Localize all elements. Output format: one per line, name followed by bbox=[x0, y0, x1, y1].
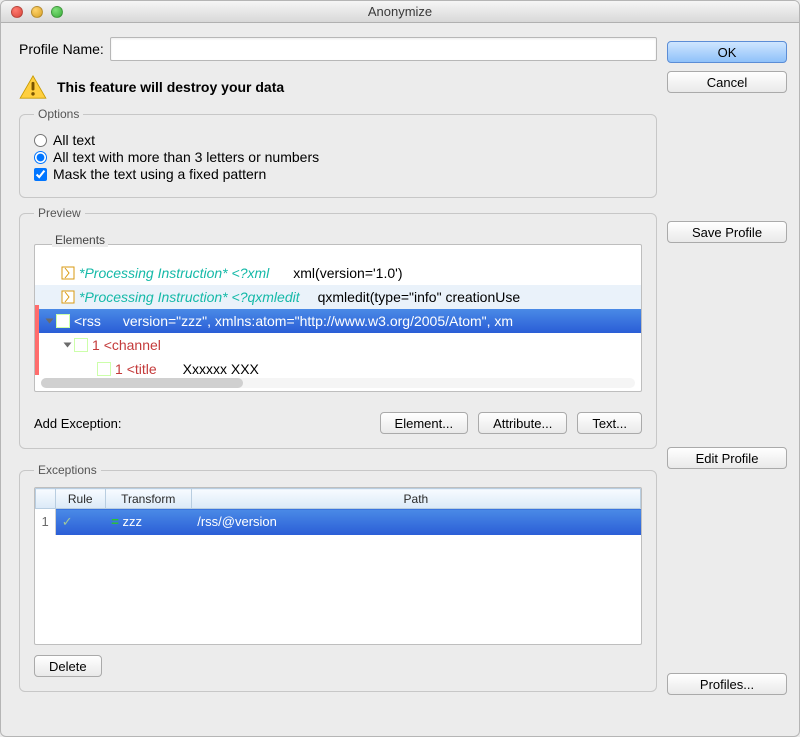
checkbox-mask-fixed[interactable] bbox=[34, 168, 47, 181]
elements-tree[interactable]: *Processing Instruction* <?xml xml(versi… bbox=[34, 244, 642, 392]
element-icon bbox=[56, 314, 70, 328]
add-attribute-button[interactable]: Attribute... bbox=[478, 412, 567, 434]
anonymize-dialog: Anonymize Profile Name: This feature wil… bbox=[0, 0, 800, 737]
profiles-button[interactable]: Profiles... bbox=[667, 673, 787, 695]
option-mask-fixed[interactable]: Mask the text using a fixed pattern bbox=[34, 166, 642, 182]
add-exception-label: Add Exception: bbox=[34, 416, 121, 431]
window-title: Anonymize bbox=[1, 1, 799, 23]
option-all-text[interactable]: All text bbox=[34, 132, 642, 148]
options-group: Options All text All text with more than… bbox=[19, 107, 657, 198]
add-text-button[interactable]: Text... bbox=[577, 412, 642, 434]
check-icon: ✓ bbox=[62, 514, 76, 530]
horizontal-scrollbar[interactable] bbox=[41, 378, 635, 388]
add-element-button[interactable]: Element... bbox=[380, 412, 469, 434]
equals-icon: = bbox=[111, 514, 119, 529]
close-icon[interactable] bbox=[11, 6, 23, 18]
exceptions-table[interactable]: Rule Transform Path 1 ✓ = zzz /rss/@vers… bbox=[35, 488, 641, 535]
tree-row-pi-xml[interactable]: *Processing Instruction* <?xml xml(versi… bbox=[35, 261, 641, 285]
minimize-icon[interactable] bbox=[31, 6, 43, 18]
pi-icon bbox=[61, 266, 75, 280]
table-row[interactable]: 1 ✓ = zzz /rss/@version bbox=[36, 509, 641, 535]
profile-name-label: Profile Name: bbox=[19, 41, 104, 57]
radio-more-than-3[interactable] bbox=[34, 151, 47, 164]
col-transform[interactable]: Transform bbox=[105, 489, 191, 509]
preview-legend: Preview bbox=[34, 206, 85, 220]
options-legend: Options bbox=[34, 107, 83, 121]
element-icon bbox=[74, 338, 88, 352]
disclosure-icon[interactable] bbox=[46, 319, 54, 324]
disclosure-icon[interactable] bbox=[64, 343, 72, 348]
warning-icon bbox=[19, 75, 47, 99]
elements-legend: Elements bbox=[52, 233, 108, 247]
exceptions-table-frame: Rule Transform Path 1 ✓ = zzz /rss/@vers… bbox=[34, 487, 642, 645]
pi-icon bbox=[61, 290, 75, 304]
side-buttons: OK Cancel Save Profile Edit Profile Prof… bbox=[667, 37, 787, 724]
scrollbar-thumb[interactable] bbox=[41, 378, 243, 388]
col-path[interactable]: Path bbox=[191, 489, 640, 509]
change-marker bbox=[35, 305, 39, 375]
save-profile-button[interactable]: Save Profile bbox=[667, 221, 787, 243]
exceptions-group: Exceptions Rule Transform Path bbox=[19, 463, 657, 692]
tree-row-rss[interactable]: <rss version="zzz", xmlns:atom="http://w… bbox=[35, 309, 641, 333]
cancel-button[interactable]: Cancel bbox=[667, 71, 787, 93]
col-rule[interactable]: Rule bbox=[55, 489, 105, 509]
tree-row-channel[interactable]: 1 <channel bbox=[35, 333, 641, 357]
zoom-icon[interactable] bbox=[51, 6, 63, 18]
delete-exception-button[interactable]: Delete bbox=[34, 655, 102, 677]
radio-all-text[interactable] bbox=[34, 134, 47, 147]
element-icon bbox=[97, 362, 111, 376]
row-index: 1 bbox=[36, 509, 56, 535]
exceptions-legend: Exceptions bbox=[34, 463, 101, 477]
edit-profile-button[interactable]: Edit Profile bbox=[667, 447, 787, 469]
preview-group: Preview Elements *Processing Instruction… bbox=[19, 206, 657, 449]
tree-row-pi-qxmledit[interactable]: *Processing Instruction* <?qxmledit qxml… bbox=[35, 285, 641, 309]
titlebar: Anonymize bbox=[1, 1, 799, 23]
window-controls bbox=[1, 6, 63, 18]
warning-text: This feature will destroy your data bbox=[57, 79, 284, 95]
ok-button[interactable]: OK bbox=[667, 41, 787, 63]
profile-name-input[interactable] bbox=[110, 37, 657, 61]
option-more-than-3[interactable]: All text with more than 3 letters or num… bbox=[34, 149, 642, 165]
